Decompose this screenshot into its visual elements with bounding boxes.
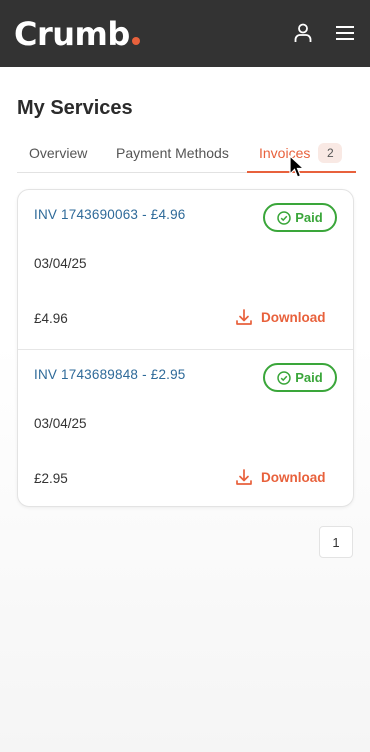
mouse-cursor-icon (289, 155, 305, 178)
invoice-count-badge: 2 (318, 143, 343, 163)
download-button[interactable]: Download (235, 466, 326, 488)
download-icon (236, 309, 252, 325)
tab-label: Payment Methods (116, 145, 229, 161)
invoice-title[interactable]: INV 1743690063 - £4.96 (34, 207, 186, 222)
status-label: Paid (295, 370, 323, 385)
invoice-row: INV 1743690063 - £4.96 Paid 03/04/25 £4.… (18, 190, 353, 349)
status-label: Paid (295, 210, 323, 225)
download-icon (236, 469, 252, 485)
check-circle-icon (277, 210, 292, 225)
page-title: My Services (17, 97, 133, 119)
pagination-page-button[interactable]: 1 (319, 526, 353, 558)
app-header: Crumb (0, 0, 370, 67)
invoice-title[interactable]: INV 1743689848 - £2.95 (34, 367, 186, 382)
invoice-date: 03/04/25 (34, 416, 87, 431)
invoice-amount: £2.95 (34, 471, 68, 486)
check-circle-icon (277, 370, 292, 385)
status-badge: Paid (263, 363, 337, 392)
tab-overview[interactable]: Overview (29, 141, 87, 173)
tab-label: Overview (29, 145, 88, 161)
invoice-date: 03/04/25 (34, 256, 87, 271)
status-badge: Paid (263, 203, 337, 232)
invoices-card: INV 1743690063 - £4.96 Paid 03/04/25 £4.… (17, 189, 354, 507)
logo-dot (131, 37, 140, 45)
user-icon[interactable] (292, 22, 314, 44)
download-label: Download (261, 309, 326, 325)
download-button[interactable]: Download (235, 306, 326, 328)
invoice-row: INV 1743689848 - £2.95 Paid 03/04/25 £2.… (18, 349, 353, 508)
tab-payment-methods[interactable]: Payment Methods (116, 141, 229, 173)
main-content: My Services Overview Payment Methods Inv… (0, 67, 370, 752)
crumb-logo[interactable]: Crumb (14, 14, 140, 54)
logo-text: Crumb (14, 15, 130, 53)
invoice-amount: £4.96 (34, 311, 68, 326)
tab-bar: Overview Payment Methods Invoices 2 (17, 141, 356, 173)
download-label: Download (261, 469, 326, 485)
hamburger-menu-icon[interactable] (334, 22, 356, 44)
